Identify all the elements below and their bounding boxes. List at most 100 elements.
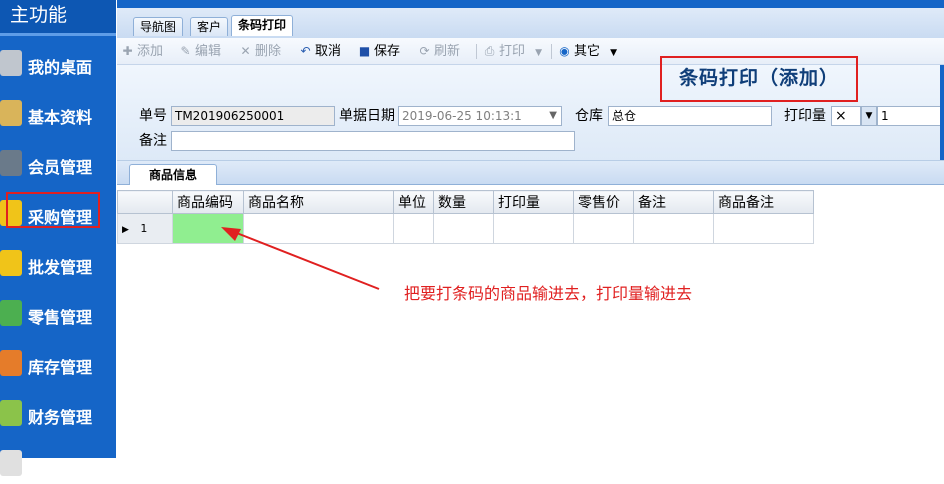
- cancel-button[interactable]: ↶ 取消: [299, 42, 341, 60]
- chevron-down-icon: ▼: [610, 48, 618, 58]
- column-header[interactable]: 备注: [633, 190, 714, 214]
- floppy-disk-icon: ■: [358, 44, 371, 58]
- delete-label: 删除: [255, 44, 282, 59]
- sidebar-item-inventory[interactable]: 库存管理: [0, 344, 116, 384]
- column-header[interactable]: 商品名称: [243, 190, 394, 214]
- delete-x-icon: ✕: [240, 44, 251, 58]
- report-icon: [0, 450, 22, 476]
- add-label: 添加: [137, 44, 164, 59]
- column-header[interactable]: 数量: [433, 190, 494, 214]
- desktop-icon: [0, 50, 22, 76]
- sidebar-item-label: 基本资料: [28, 108, 93, 127]
- grid-header-row: 商品编码 商品名称 单位 数量 打印量 零售价 备注 商品备注: [117, 190, 814, 214]
- grid-cell-goods-remark[interactable]: [713, 213, 814, 244]
- grid-corner-header: [117, 190, 173, 214]
- column-header[interactable]: 零售价: [573, 190, 634, 214]
- sidebar-item-label: 我的桌面: [28, 58, 93, 77]
- house-icon: [0, 350, 22, 376]
- column-header[interactable]: 单位: [393, 190, 434, 214]
- print-label: 打印: [499, 44, 526, 59]
- printer-icon: ⎙: [484, 44, 495, 58]
- column-header[interactable]: 商品编码: [172, 190, 244, 214]
- chevron-down-icon: ▼: [535, 48, 543, 58]
- chevron-down-icon: ▼: [549, 110, 557, 121]
- row-pointer-icon: ▶: [122, 225, 129, 235]
- tab-customer[interactable]: 客户: [190, 17, 229, 36]
- grid-cell-goods-code[interactable]: [172, 213, 244, 244]
- sidebar-item-purchase[interactable]: 采购管理: [0, 192, 116, 234]
- pencil-icon: ✎: [180, 44, 191, 58]
- save-label: 保存: [374, 44, 401, 59]
- grid-cell-retail-price[interactable]: [573, 213, 634, 244]
- sidebar-item-label: 零售管理: [28, 308, 93, 327]
- grid-cell-remark[interactable]: [633, 213, 714, 244]
- warehouse-label: 仓库: [575, 108, 603, 124]
- grid-cell-unit[interactable]: [393, 213, 434, 244]
- add-button[interactable]: ✚ 添加: [121, 42, 163, 60]
- edit-button[interactable]: ✎ 编辑: [179, 42, 221, 60]
- edit-label: 编辑: [195, 44, 222, 59]
- sidebar-item-label: 库存管理: [28, 358, 93, 377]
- sidebar-item-desktop[interactable]: 我的桌面: [0, 44, 116, 84]
- toolbar-separator: [476, 44, 477, 59]
- sidebar-item-finance[interactable]: 财务管理: [0, 394, 116, 434]
- grid-cell-print-qty[interactable]: [493, 213, 574, 244]
- plus-icon: ✚: [122, 44, 133, 58]
- order-no-label: 单号: [139, 108, 167, 124]
- column-header[interactable]: 打印量: [493, 190, 574, 214]
- sidebar-item-wholesale[interactable]: 批发管理: [0, 244, 116, 284]
- tab-barcode-print[interactable]: 条码打印: [231, 15, 294, 36]
- sidebar: 主功能 我的桌面 基本资料 会员管理 采购管理 批发管理 零售管理 库存管理 财…: [0, 0, 116, 477]
- other-label: 其它: [574, 44, 601, 59]
- cart-icon: [0, 300, 22, 326]
- date-label: 单据日期: [339, 108, 395, 124]
- wholesale-truck-icon: [0, 250, 22, 276]
- sidebar-item-basic-info[interactable]: 基本资料: [0, 94, 116, 134]
- goods-grid: 商品编码 商品名称 单位 数量 打印量 零售价 备注 商品备注 ▶ 1: [117, 190, 814, 244]
- grid-area: 商品编码 商品名称 单位 数量 打印量 零售价 备注 商品备注 ▶ 1: [117, 185, 944, 458]
- cancel-label: 取消: [315, 44, 342, 59]
- refresh-label: 刷新: [434, 44, 461, 59]
- remark-field[interactable]: [171, 131, 575, 151]
- sidebar-title: 主功能: [0, 0, 116, 36]
- date-field[interactable]: 2019-06-25 10:13:1 ▼: [398, 106, 562, 126]
- members-icon: [0, 150, 22, 176]
- grid-cell-quantity[interactable]: [433, 213, 494, 244]
- sidebar-item-label: 采购管理: [28, 208, 93, 227]
- warehouse-field[interactable]: 总仓: [608, 106, 772, 126]
- tab-navigation[interactable]: 导航图: [133, 17, 184, 36]
- sidebar-item-label: 会员管理: [28, 158, 93, 177]
- tab-bar: 导航图 客户 条码打印: [117, 8, 944, 39]
- sidebar-item-members[interactable]: 会员管理: [0, 144, 116, 184]
- print-qty-field[interactable]: 1: [877, 106, 944, 126]
- tab-goods-info[interactable]: 商品信息: [129, 164, 217, 186]
- print-qty-mode-select[interactable]: ×: [831, 106, 861, 126]
- date-value: 2019-06-25 10:13:1: [402, 109, 522, 123]
- table-row[interactable]: ▶ 1: [117, 213, 814, 244]
- undo-icon: ↶: [300, 44, 311, 58]
- column-header[interactable]: 商品备注: [713, 190, 814, 214]
- order-no-field[interactable]: TM201906250001: [171, 106, 335, 126]
- other-button[interactable]: ◉ 其它 ▼: [558, 42, 617, 60]
- refresh-button[interactable]: ⟳ 刷新: [418, 42, 460, 60]
- row-header[interactable]: ▶ 1: [117, 213, 173, 244]
- right-edge: [940, 65, 944, 160]
- sub-tab-bar: 商品信息: [117, 161, 944, 186]
- chevron-down-icon[interactable]: ▼: [861, 106, 877, 126]
- save-button[interactable]: ■ 保存: [358, 42, 400, 60]
- sidebar-item-label: 财务管理: [28, 408, 93, 427]
- money-icon: [0, 400, 22, 426]
- print-button[interactable]: ⎙ 打印 ▼: [483, 42, 542, 60]
- print-qty-label: 打印量: [784, 108, 826, 124]
- top-strip: [117, 0, 944, 8]
- form-panel: 条码打印（添加） 单号 TM201906250001 单据日期 2019-06-…: [117, 56, 944, 161]
- toolbar-separator: [551, 44, 552, 59]
- folder-icon: [0, 100, 22, 126]
- delete-button[interactable]: ✕ 删除: [239, 42, 281, 60]
- refresh-icon: ⟳: [419, 44, 430, 58]
- sidebar-item-reports[interactable]: 综合报表: [0, 444, 116, 484]
- sidebar-item-retail[interactable]: 零售管理: [0, 294, 116, 334]
- grid-cell-goods-name[interactable]: [243, 213, 394, 244]
- form-title: 条码打印（添加）: [660, 56, 858, 102]
- chevron-circle-icon: ◉: [559, 44, 570, 58]
